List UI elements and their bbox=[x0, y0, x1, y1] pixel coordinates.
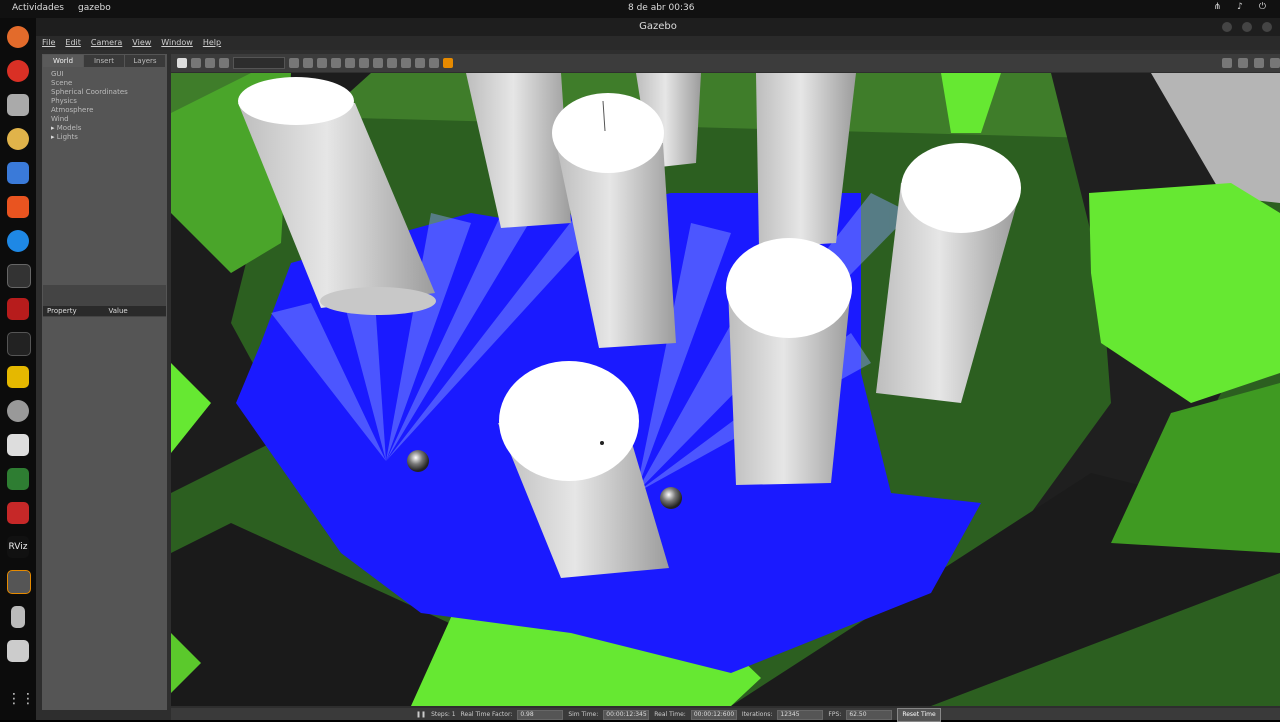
help-icon[interactable] bbox=[7, 230, 29, 252]
undo-redo-group[interactable] bbox=[233, 57, 285, 69]
system-top-bar: Actividades gazebo 8 de abr 00:36 ⋔ ♪ ⏻ bbox=[0, 0, 1280, 18]
app-cube-icon[interactable] bbox=[7, 502, 29, 524]
tree-item-models[interactable]: Models bbox=[51, 124, 166, 133]
window-title: Gazebo bbox=[639, 21, 677, 32]
files-icon[interactable] bbox=[7, 94, 29, 116]
clock[interactable]: 8 de abr 00:36 bbox=[628, 3, 694, 13]
rtf-value: 0.98 bbox=[517, 710, 564, 720]
log-icon[interactable] bbox=[1238, 58, 1248, 68]
close-button[interactable] bbox=[1262, 22, 1272, 32]
3d-viewport[interactable] bbox=[171, 73, 1280, 706]
plot-icon[interactable] bbox=[1254, 58, 1264, 68]
chrome-icon[interactable] bbox=[7, 60, 29, 82]
iterations-value: 12345 bbox=[777, 710, 824, 720]
menu-view[interactable]: View bbox=[132, 36, 151, 50]
robot-1 bbox=[407, 450, 429, 472]
writer-icon[interactable] bbox=[7, 162, 29, 184]
scale-mode-icon[interactable] bbox=[219, 58, 229, 68]
toolbar bbox=[171, 54, 1280, 72]
snap-icon[interactable] bbox=[415, 58, 425, 68]
tab-insert[interactable]: Insert bbox=[84, 55, 125, 67]
tree-item-spherical[interactable]: Spherical Coordinates bbox=[51, 88, 166, 97]
screenshot-icon[interactable] bbox=[1222, 58, 1232, 68]
menu-edit[interactable]: Edit bbox=[65, 36, 81, 50]
world-tree: GUI Scene Spherical Coordinates Physics … bbox=[43, 67, 166, 285]
volume-icon: ♪ bbox=[1237, 2, 1243, 12]
rhythmbox-icon[interactable] bbox=[7, 128, 29, 150]
gazebo-icon[interactable] bbox=[7, 570, 31, 594]
network-icon: ⋔ bbox=[1213, 2, 1222, 12]
app-green-icon[interactable] bbox=[7, 468, 29, 490]
robot-2 bbox=[660, 487, 682, 509]
minimize-button[interactable] bbox=[1222, 22, 1232, 32]
power-icon: ⏻ bbox=[1258, 2, 1266, 12]
settings-icon[interactable] bbox=[7, 400, 29, 422]
software-icon[interactable] bbox=[7, 196, 29, 218]
sim-time-value: 00:00:12:345 bbox=[603, 710, 650, 720]
select-mode-icon[interactable] bbox=[177, 58, 187, 68]
system-tray[interactable]: ⋔ ♪ ⏻ bbox=[1214, 2, 1266, 12]
tree-item-lights[interactable]: Lights bbox=[51, 133, 166, 142]
step-label[interactable]: Steps: 1 bbox=[431, 709, 456, 721]
firefox-icon[interactable] bbox=[7, 26, 29, 48]
spot-light-icon[interactable] bbox=[345, 58, 355, 68]
box-shape-icon[interactable] bbox=[289, 58, 299, 68]
menu-bar: File Edit Camera View Window Help bbox=[36, 36, 1280, 50]
translate-mode-icon[interactable] bbox=[191, 58, 201, 68]
editor-icon[interactable] bbox=[7, 434, 29, 456]
tree-item-gui[interactable]: GUI bbox=[51, 70, 166, 79]
properties-header: Property Value bbox=[43, 306, 166, 316]
view-angle-icon[interactable] bbox=[429, 58, 439, 68]
rotate-mode-icon[interactable] bbox=[205, 58, 215, 68]
align-icon[interactable] bbox=[401, 58, 411, 68]
terminal-icon[interactable] bbox=[7, 264, 31, 288]
usb-icon[interactable] bbox=[11, 606, 25, 628]
status-bar: ❚❚ Steps: 1 Real Time Factor: 0.98 Sim T… bbox=[171, 708, 1280, 722]
scene-render bbox=[171, 73, 1280, 706]
tree-item-physics[interactable]: Physics bbox=[51, 97, 166, 106]
left-panel: World Insert Layers GUI Scene Spherical … bbox=[42, 54, 167, 710]
real-time-value: 00:00:12:600 bbox=[690, 710, 737, 720]
gazebo-window: Gazebo File Edit Camera View Window Help… bbox=[36, 18, 1280, 722]
record-icon[interactable] bbox=[443, 58, 453, 68]
tree-item-scene[interactable]: Scene bbox=[51, 79, 166, 88]
pause-icon[interactable]: ❚❚ bbox=[416, 709, 426, 721]
maximize-button[interactable] bbox=[1242, 22, 1252, 32]
property-column: Property bbox=[47, 307, 77, 315]
rviz-icon[interactable]: RViz bbox=[7, 536, 29, 558]
video-icon[interactable] bbox=[1270, 58, 1280, 68]
title-bar: Gazebo bbox=[36, 18, 1280, 36]
app-dark-icon[interactable] bbox=[7, 332, 31, 356]
trash-icon[interactable] bbox=[7, 640, 29, 662]
app-yellow-icon[interactable] bbox=[7, 366, 29, 388]
tree-item-atmosphere[interactable]: Atmosphere bbox=[51, 106, 166, 115]
real-time-label: Real Time: bbox=[654, 711, 686, 718]
app-red-icon[interactable] bbox=[7, 298, 29, 320]
sphere-shape-icon[interactable] bbox=[303, 58, 313, 68]
dock: RViz ⋮⋮ bbox=[0, 18, 36, 720]
activities-button[interactable]: Actividades bbox=[12, 3, 64, 13]
app-grid-icon[interactable]: ⋮⋮ bbox=[7, 688, 35, 710]
fps-label: FPS: bbox=[828, 711, 842, 718]
menu-window[interactable]: Window bbox=[161, 36, 193, 50]
tab-world[interactable]: World bbox=[43, 55, 84, 67]
cylinder-shape-icon[interactable] bbox=[317, 58, 327, 68]
fps-value: 62.50 bbox=[846, 710, 893, 720]
rtf-label: Real Time Factor: bbox=[460, 711, 513, 718]
properties-panel[interactable] bbox=[43, 317, 166, 709]
iterations-label: Iterations: bbox=[741, 711, 773, 718]
sim-time-label: Sim Time: bbox=[568, 711, 599, 718]
copy-icon[interactable] bbox=[373, 58, 383, 68]
paste-icon[interactable] bbox=[387, 58, 397, 68]
menu-help[interactable]: Help bbox=[203, 36, 221, 50]
directional-light-icon[interactable] bbox=[359, 58, 369, 68]
point-light-icon[interactable] bbox=[331, 58, 341, 68]
tab-layers[interactable]: Layers bbox=[125, 55, 166, 67]
value-column: Value bbox=[108, 307, 128, 315]
tree-item-wind[interactable]: Wind bbox=[51, 115, 166, 124]
menu-file[interactable]: File bbox=[42, 36, 55, 50]
app-menu[interactable]: gazebo bbox=[78, 3, 111, 13]
menu-camera[interactable]: Camera bbox=[91, 36, 122, 50]
